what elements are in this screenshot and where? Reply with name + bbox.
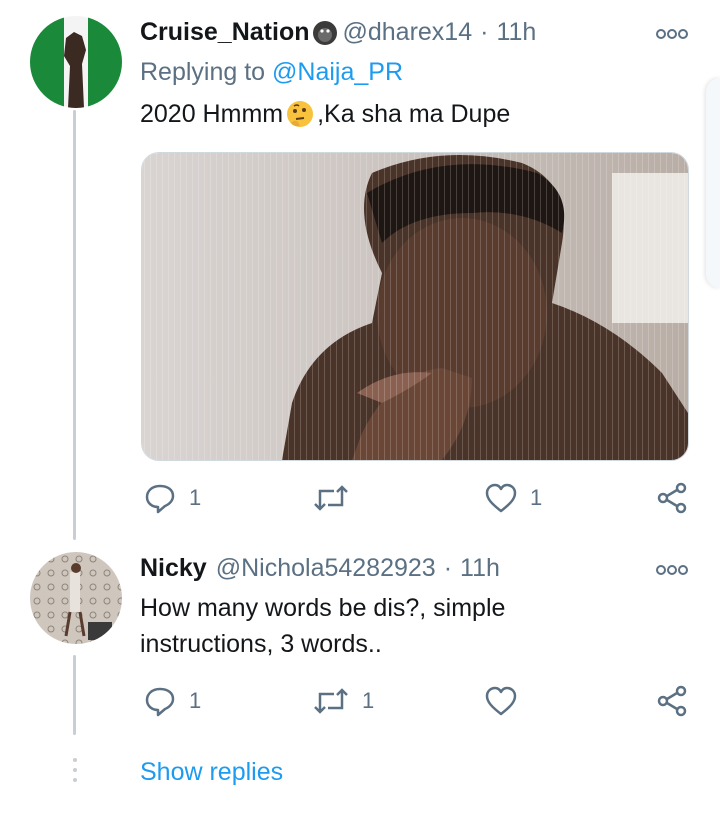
tweet-1-header: Cruise_Nation @dharex14 · 11h: [140, 18, 536, 47]
separator: ·: [480, 18, 489, 46]
reply-icon: [145, 484, 175, 514]
retweet-action[interactable]: [312, 483, 362, 513]
avatar-cruise-nation[interactable]: [30, 16, 122, 108]
reply-count: 1: [189, 688, 202, 713]
like-count: 1: [530, 485, 543, 510]
separator: ·: [443, 554, 453, 582]
more-icon[interactable]: [655, 27, 689, 41]
like-icon: [485, 483, 517, 513]
tweet-2-header: Nicky @Nichola54282923 · 11h: [140, 554, 500, 583]
reply-action[interactable]: 1: [143, 481, 201, 515]
retweet-action[interactable]: 1: [312, 686, 374, 716]
avatar-nicky[interactable]: [30, 552, 122, 644]
show-replies-link[interactable]: Show replies: [140, 758, 283, 787]
retweet-icon: [314, 485, 348, 511]
scrollbar-edge[interactable]: [706, 78, 720, 288]
display-name[interactable]: Cruise_Nation: [140, 18, 309, 47]
share-action[interactable]: [656, 482, 688, 514]
avatar-image: [30, 16, 122, 108]
gorilla-emoji-icon: [312, 20, 338, 46]
replying-to-mention[interactable]: @Naija_PR: [272, 58, 403, 86]
timestamp[interactable]: 11h: [496, 18, 536, 47]
replying-to-line: Replying to @Naija_PR: [140, 58, 403, 87]
tweet-text-line: instructions, 3 words..: [140, 630, 382, 658]
share-action[interactable]: [656, 685, 688, 717]
retweet-count: 1: [362, 688, 375, 713]
more-icon[interactable]: [655, 563, 689, 577]
tweet-media-image[interactable]: [141, 152, 689, 461]
display-name[interactable]: Nicky: [140, 554, 207, 583]
thinking-face-emoji-icon: [285, 99, 315, 129]
reply-count: 1: [189, 485, 202, 510]
tweet-1-text: 2020 Hmmm ,Ka sha ma Dupe: [140, 96, 510, 132]
reply-icon: [145, 687, 175, 717]
like-action[interactable]: [484, 685, 530, 717]
replying-prefix: Replying to: [140, 58, 266, 86]
reply-action[interactable]: 1: [143, 684, 201, 718]
tweet-2-text: How many words be dis?, simple instructi…: [140, 590, 505, 662]
tweet-text-part: ,Ka sha ma Dupe: [317, 100, 511, 128]
user-handle[interactable]: @dharex14: [342, 18, 472, 47]
timestamp[interactable]: 11h: [460, 554, 500, 583]
share-icon: [657, 685, 687, 717]
thread-gap-dots: [73, 758, 77, 788]
tweet-text-part: 2020 Hmmm: [140, 100, 284, 128]
meme-photo: [142, 153, 688, 460]
avatar-image: [30, 552, 122, 644]
thread-connector-line-2: [73, 655, 76, 735]
retweet-icon: [314, 688, 348, 714]
user-handle[interactable]: @Nichola54282923: [216, 554, 436, 583]
like-icon: [485, 686, 517, 716]
tweet-text-line: How many words be dis?, simple: [140, 594, 506, 622]
thread-connector-line: [73, 110, 76, 540]
like-action[interactable]: 1: [484, 482, 542, 514]
share-icon: [657, 482, 687, 514]
